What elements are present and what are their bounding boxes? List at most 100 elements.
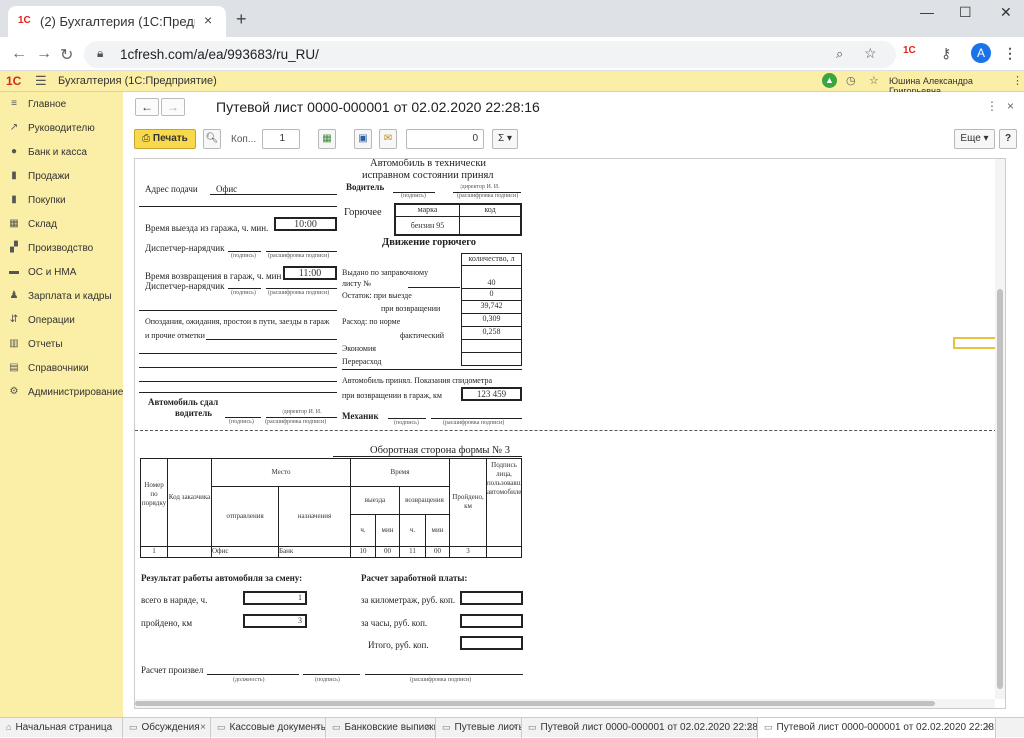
preview-icon[interactable]: 🔍︎	[203, 129, 221, 149]
sidebar-item[interactable]: ▞ Производство	[0, 238, 123, 260]
sidebar-item-icon: ▮	[11, 170, 17, 181]
close-window-tab-icon[interactable]: ×	[200, 718, 206, 737]
close-window-tab-icon[interactable]: ×	[747, 718, 753, 737]
sidebar-item[interactable]: ▮ Продажи	[0, 166, 123, 188]
window-tab[interactable]: ⌂ Начальная страница	[0, 718, 123, 738]
dispatcher2-sign-line	[228, 288, 261, 289]
driver-sign-hint: (подпись)	[401, 193, 426, 199]
window-close-button[interactable]: ✕	[1000, 4, 1012, 21]
favicon-icon: 1С	[18, 15, 31, 26]
zoom-icon[interactable]: ⌕	[836, 46, 843, 62]
sidebar-item-icon: ⚙	[9, 386, 19, 397]
sidebar-item[interactable]: ▦ Склад	[0, 214, 123, 236]
sidebar-item-icon: ⇵	[9, 314, 19, 325]
departure-value: 10:00	[274, 217, 337, 231]
favorites-star-icon[interactable]: ☆	[869, 74, 879, 87]
overuse-value	[461, 352, 522, 366]
horizontal-scrollbar[interactable]	[135, 699, 995, 708]
help-button[interactable]: ?	[999, 129, 1017, 149]
close-tab-icon[interactable]: ×	[204, 12, 212, 28]
vertical-scrollbar[interactable]	[995, 159, 1005, 699]
doc-menu-icon[interactable]: ⋮	[986, 99, 998, 113]
close-window-tab-icon[interactable]: ×	[511, 718, 517, 737]
sidebar-item[interactable]: ● Банк и касса	[0, 142, 123, 164]
sidebar-item-label: Зарплата и кадры	[28, 291, 112, 302]
vertical-scroll-thumb[interactable]	[997, 289, 1003, 689]
browser-tab-bar: 1С (2) Бухгалтерия (1С:Предприяти × + — …	[0, 0, 1024, 37]
sidebar-item[interactable]: ⚙ Администрирование	[0, 382, 124, 404]
browser-tab[interactable]: 1С (2) Бухгалтерия (1С:Предприяти ×	[8, 6, 226, 37]
save-icon[interactable]: ▣	[354, 129, 372, 149]
email-icon[interactable]: ✉	[379, 129, 397, 149]
window-tab[interactable]: ▭ Путевые листы ×	[436, 718, 522, 738]
close-window-tab-icon[interactable]: ×	[425, 718, 431, 737]
handed-decode-hint: (расшифровка подписи)	[265, 419, 327, 425]
window-tab[interactable]: ▭ Обсуждения ×	[123, 718, 211, 738]
address-label: Адрес подачи	[145, 184, 198, 194]
sidebar-item[interactable]: ≡ Главное	[0, 94, 123, 116]
print-button[interactable]: ⎙ Печать	[134, 129, 196, 149]
sidebar-item[interactable]: ↗ Руководителю	[0, 118, 123, 140]
actual-value: 0,258	[461, 326, 522, 340]
sidebar-item[interactable]: ♟ Зарплата и кадры	[0, 286, 123, 308]
url-field[interactable]: 🔒︎ 1cfresh.com/a/ea/993683/ru_RU/ ⌕ ☆	[84, 41, 896, 68]
sidebar-item[interactable]: ▬ ОС и НМА	[0, 262, 123, 284]
odometer-label-2: при возвращении в гараж, км	[342, 391, 442, 400]
col-time: Время	[350, 458, 450, 487]
overuse-label: Перерасход	[342, 357, 382, 366]
avatar[interactable]: A	[971, 43, 991, 63]
close-window-tab-icon[interactable]: ×	[985, 718, 991, 737]
key-icon[interactable]: ⚷	[941, 45, 951, 62]
hamburger-icon[interactable]: ☰	[35, 73, 47, 89]
sum-icon: Σ	[498, 133, 505, 144]
maximize-button[interactable]: ☐	[959, 4, 972, 21]
doc-forward-button[interactable]: →	[161, 98, 185, 116]
sidebar: ≡ Главное ↗ Руководителю ● Банк и касса ▮ Прода…	[0, 92, 123, 717]
sum-button[interactable]: Σ ▾	[492, 129, 518, 149]
sidebar-item[interactable]: ▤ Справочники	[0, 358, 123, 380]
sidebar-item-icon: ♟	[9, 290, 19, 301]
menu-dots-icon[interactable]: ⋮	[1003, 45, 1017, 62]
sidebar-item-label: Продажи	[28, 171, 70, 182]
extension-1c-icon[interactable]: 1С	[903, 45, 916, 56]
sidebar-item-icon: ●	[10, 146, 18, 157]
sum-field[interactable]: 0	[406, 129, 484, 149]
sidebar-item[interactable]: ⇵ Операции	[0, 310, 123, 332]
row-to: Банк	[278, 546, 351, 558]
back-icon[interactable]: ←	[11, 45, 27, 63]
new-tab-button[interactable]: +	[236, 9, 247, 30]
window-tab[interactable]: ▭ Кассовые документы ×	[211, 718, 326, 738]
handed-sign-hint: (подпись)	[229, 419, 254, 425]
consumption-label: Расход: по норме	[342, 317, 401, 326]
forward-icon[interactable]: →	[36, 45, 52, 63]
window-tab[interactable]: ▭ Путевой лист 0000-000001 от 02.02.2020 …	[522, 718, 758, 738]
row-ret-m: 00	[425, 546, 450, 558]
doc-back-button[interactable]: ←	[135, 98, 159, 116]
sidebar-item[interactable]: ▮ Покупки	[0, 190, 123, 212]
departure-label: Время выезда из гаража, ч. мин.	[145, 223, 269, 233]
sidebar-item[interactable]: ▥ Отчеты	[0, 334, 123, 356]
history-icon[interactable]: ◷	[846, 74, 856, 87]
dispatcher-decode-hint: (расшифровка подписи)	[268, 253, 330, 259]
notifications-icon[interactable]: ▲	[822, 73, 837, 88]
bookmark-star-icon[interactable]: ☆	[864, 45, 877, 62]
app-menu-icon[interactable]: ⋮	[1012, 74, 1023, 87]
marks-line-3	[139, 367, 337, 368]
dispatcher2-decode-line	[266, 288, 337, 289]
minimize-button[interactable]: —	[920, 4, 934, 20]
save-to-file-icon[interactable]: ▦	[318, 129, 336, 149]
row-distance: 3	[449, 546, 487, 558]
home-icon: ⌂	[6, 722, 12, 732]
doc-close-icon[interactable]: ×	[1007, 99, 1014, 113]
distance-label: пройдено, км	[141, 618, 193, 628]
more-button[interactable]: Еще ▾	[954, 129, 995, 149]
actual-label: фактический	[400, 331, 445, 340]
col-from: отправления	[211, 486, 279, 547]
horizontal-scroll-thumb[interactable]	[135, 701, 935, 706]
reload-icon[interactable]: ↻	[60, 45, 73, 65]
copies-input[interactable]: 1	[262, 129, 300, 149]
close-window-tab-icon[interactable]: ×	[315, 718, 321, 737]
col-signature: Подпись лица, пользовавшегося автомобиле…	[486, 458, 522, 547]
window-tab[interactable]: ▭ Банковские выписки ×	[326, 718, 436, 738]
window-tab[interactable]: ▭ Путевой лист 0000-000001 от 02.02.2020 …	[758, 718, 996, 738]
